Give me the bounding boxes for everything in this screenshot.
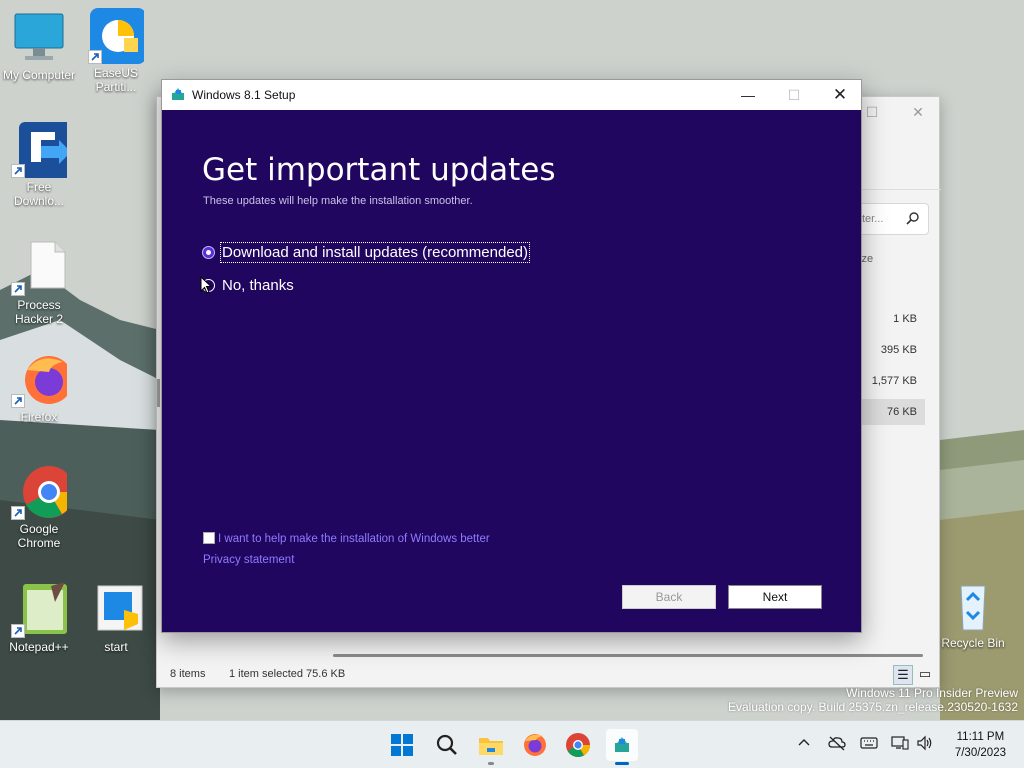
back-button: Back <box>622 585 716 609</box>
recycle-bin-icon <box>945 578 1001 634</box>
desktop-icon-easeus[interactable]: EaseUS Partiti... <box>77 8 155 94</box>
desktop-icon-label: Notepad++ <box>9 640 69 654</box>
search-icon <box>436 734 457 755</box>
keyboard-icon <box>860 737 878 749</box>
next-button[interactable]: Next <box>728 585 822 609</box>
shortcut-arrow-icon <box>11 506 25 520</box>
windows-setup-icon <box>615 737 629 752</box>
desktop-icon-notepadpp[interactable]: Notepad++ <box>0 582 78 654</box>
evaluation-watermark: Windows 11 Pro Insider Preview Evaluatio… <box>728 686 1018 714</box>
page-subtitle: These updates will help make the install… <box>203 195 473 207</box>
window-title: Windows 8.1 Setup <box>192 88 296 102</box>
desktop-icon-chrome[interactable]: Google Chrome <box>0 464 78 550</box>
desktop-icon-label: Recycle Bin <box>941 636 1005 650</box>
folder-icon <box>479 738 503 755</box>
close-button[interactable]: ✕ <box>817 80 863 110</box>
touch-keyboard-button[interactable] <box>860 735 878 768</box>
watermark-line-1: Windows 11 Pro Insider Preview <box>846 686 1018 700</box>
desktop-icon-firefox[interactable]: Firefox <box>0 352 78 424</box>
running-indicator <box>488 762 494 765</box>
desktop-icon-label: My Computer <box>2 68 76 82</box>
chevron-up-icon <box>798 739 810 746</box>
desktop-icon-free-download[interactable]: Free Downlo... <box>0 122 78 208</box>
large-icons-view-button[interactable]: ▭ <box>915 665 935 685</box>
windows-setup-window[interactable]: Windows 8.1 Setup — ☐ ✕ Get important up… <box>161 79 862 633</box>
network-monitor-icon <box>891 736 909 750</box>
shortcut-arrow-icon <box>88 50 102 64</box>
search-placeholder: ter... <box>862 213 884 225</box>
help-improve-label[interactable]: I want to help make the installation of … <box>218 533 490 545</box>
onedrive-tray-button[interactable] <box>828 735 846 768</box>
help-improve-checkbox-row[interactable]: I want to help make the installation of … <box>203 532 490 545</box>
shortcut-arrow-icon <box>11 282 25 296</box>
maximize-button: ☐ <box>787 87 801 103</box>
taskbar-windows-setup[interactable] <box>606 729 638 765</box>
mouse-cursor-icon <box>200 275 214 299</box>
radio-label[interactable]: Download and install updates (recommende… <box>219 242 531 263</box>
speaker-icon <box>917 735 932 751</box>
firefox-icon <box>524 734 546 756</box>
page-title: Get important updates <box>202 152 556 188</box>
volume-tray-button[interactable] <box>916 735 934 768</box>
file-icon <box>11 240 67 296</box>
desktop-icon-label: Google Chrome <box>17 522 61 550</box>
taskbar-clock[interactable]: 11:11 PM 7/30/2023 <box>955 729 1006 761</box>
desktop-icon-label: EaseUS Partiti... <box>93 66 139 94</box>
desktop-icon-label: Free Downlo... <box>13 180 65 208</box>
windows-logo-icon <box>391 734 413 756</box>
cloud-offline-icon <box>828 736 846 751</box>
easeus-icon <box>88 8 146 64</box>
setup-titlebar[interactable]: Windows 8.1 Setup — ☐ ✕ <box>162 80 861 110</box>
search-button[interactable] <box>431 729 463 761</box>
desktop-icon-label: Firefox <box>20 410 58 424</box>
desktop-icon-process-hacker[interactable]: Process Hacker 2 <box>0 240 78 326</box>
windows-setup-file-icon <box>88 582 144 638</box>
desktop-icon-my-computer[interactable]: My Computer <box>0 10 78 82</box>
explorer-search-input[interactable]: ter... <box>857 203 929 235</box>
radio-label[interactable]: No, thanks <box>222 277 294 294</box>
explorer-status-bar: 8 items 1 item selected 75.6 KB ☰ ▭ <box>157 663 939 687</box>
free-download-manager-icon <box>11 122 75 178</box>
privacy-statement-link[interactable]: Privacy statement <box>203 554 294 566</box>
chrome-icon <box>11 464 75 520</box>
active-indicator <box>615 762 629 765</box>
explorer-close-button[interactable]: ✕ <box>895 97 941 127</box>
help-improve-checkbox[interactable] <box>203 532 215 544</box>
network-tray-button[interactable] <box>891 735 909 768</box>
taskbar-firefox[interactable] <box>519 729 551 761</box>
clock-date: 7/30/2023 <box>954 747 1006 759</box>
windows-setup-icon <box>171 87 185 101</box>
firefox-icon <box>11 352 73 408</box>
explorer-horizontal-scrollbar[interactable] <box>333 654 923 657</box>
desktop-icon-label: Process Hacker 2 <box>14 298 64 326</box>
radio-button-checked[interactable] <box>202 245 215 259</box>
shortcut-arrow-icon <box>11 394 25 408</box>
search-icon <box>906 211 920 228</box>
status-item-count: 8 items <box>170 668 206 680</box>
clock-time: 11:11 PM <box>956 731 1005 743</box>
shortcut-arrow-icon <box>11 164 25 178</box>
desktop-icon-recycle-bin[interactable]: Recycle Bin <box>934 578 1012 650</box>
shortcut-arrow-icon <box>11 624 25 638</box>
start-button[interactable] <box>386 729 418 761</box>
monitor-icon <box>11 10 67 66</box>
minimize-button[interactable]: — <box>725 80 771 110</box>
taskbar-chrome[interactable] <box>562 729 594 761</box>
watermark-line-2: Evaluation copy. Build 25375.zn_release.… <box>728 700 1018 714</box>
notepadpp-icon <box>11 582 67 638</box>
explorer-vertical-scrollbar[interactable] <box>157 379 160 407</box>
chrome-icon <box>566 733 590 758</box>
desktop-icon-label: start <box>104 640 128 654</box>
taskbar: 11:11 PM 7/30/2023 <box>0 720 1024 768</box>
radio-no-thanks[interactable]: No, thanks <box>202 277 294 294</box>
explorer-divider <box>857 189 941 190</box>
radio-download-updates[interactable]: Download and install updates (recommende… <box>202 242 531 263</box>
status-selection: 1 item selected 75.6 KB <box>229 668 346 680</box>
taskbar-file-explorer[interactable] <box>475 729 507 765</box>
show-hidden-icons-button[interactable] <box>796 735 812 768</box>
desktop-icon-start[interactable]: start <box>77 582 155 654</box>
details-view-button[interactable]: ☰ <box>893 665 913 685</box>
